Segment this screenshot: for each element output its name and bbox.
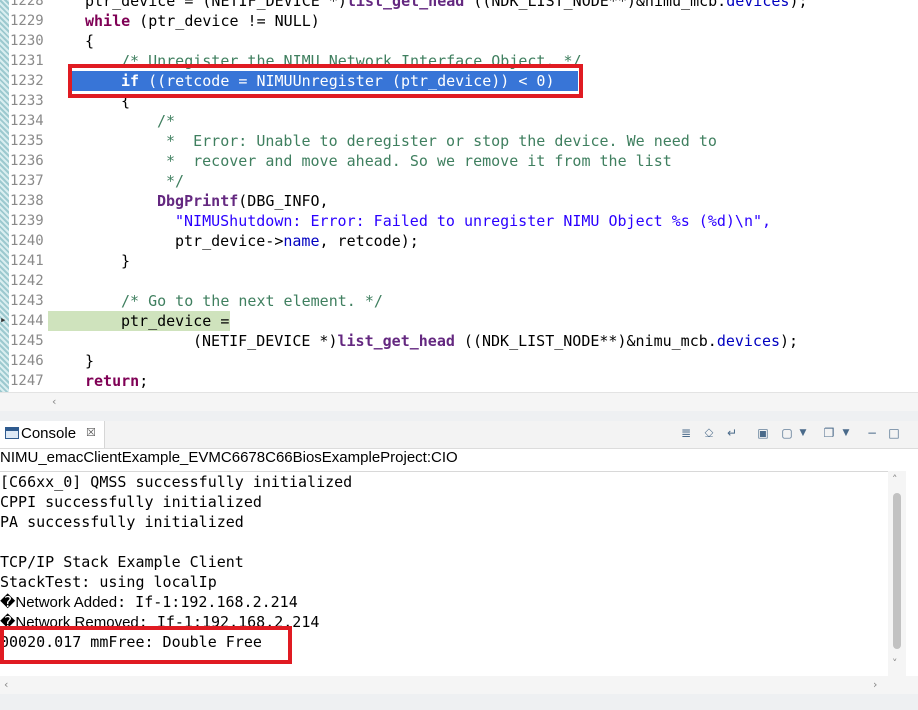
console-line: [C66xx_0] QMSS successfully initialized [0, 473, 353, 491]
new-console-icon[interactable]: ❐ [821, 424, 837, 442]
code-line-1230[interactable]: { [85, 31, 94, 51]
line-number: 1234 [10, 113, 44, 129]
line-number: 1240 [10, 233, 44, 249]
console-name: NIMU_emacClientExample_EVMC6678C66BiosEx… [0, 449, 458, 466]
code-line-1243[interactable]: /* Go to the next element. */ [121, 291, 383, 311]
code-line-1247[interactable]: return; [85, 371, 148, 391]
line-number: 1233 [10, 93, 44, 109]
code-line-1245[interactable]: (NETIF_DEVICE *)list_get_head ((NDK_LIST… [193, 331, 798, 351]
line-number: 1243 [10, 293, 44, 309]
tab-console[interactable]: Console ☒ [0, 421, 105, 448]
scroll-left-icon[interactable]: ‹ [52, 395, 56, 408]
line-number: 1228 [10, 0, 44, 9]
chevron-down-icon[interactable]: ▼ [797, 424, 809, 442]
console-line: CPPI successfully initialized [0, 493, 262, 511]
editor-horizontal-scrollbar[interactable]: ‹ [0, 392, 918, 411]
code-line-1237[interactable]: */ [157, 171, 184, 191]
line-number: 1238 [10, 193, 44, 209]
code-line-1244[interactable]: ptr_device = [121, 311, 229, 331]
display-console-icon[interactable]: ▢ [779, 424, 795, 442]
console-line: PA successfully initialized [0, 513, 244, 531]
chevron-down-icon[interactable]: ▼ [840, 424, 852, 442]
line-number: 1239 [10, 213, 44, 229]
line-number: 1247 [10, 373, 44, 389]
scroll-up-icon[interactable]: ˄ [892, 473, 898, 486]
close-icon[interactable]: ☒ [86, 426, 96, 439]
tab-console-label: Console [21, 425, 77, 442]
line-number: 1235 [10, 133, 44, 149]
code-line-1234[interactable]: /* [157, 111, 175, 131]
console-horizontal-scrollbar[interactable]: ‹ › [0, 676, 918, 694]
console-icon [5, 427, 19, 439]
word-wrap-icon[interactable]: ↵ [724, 424, 740, 442]
code-line-1239[interactable]: "NIMUShutdown: Error: Failed to unregist… [175, 211, 771, 231]
code-line-1241[interactable]: } [121, 251, 130, 271]
highlight-box-unregister-call [68, 64, 583, 98]
scroll-down-icon[interactable]: ˅ [892, 657, 898, 670]
line-number: 1246 [10, 353, 44, 369]
clear-console-icon[interactable]: ≣ [678, 424, 694, 442]
code-line-1238[interactable]: DbgPrintf(DBG_INFO, [157, 191, 329, 211]
line-number: 1237 [10, 173, 44, 189]
console-line: �Network Added: If-1:192.168.2.214 [0, 593, 298, 611]
line-number: 1231 [10, 53, 44, 69]
code-line-1235[interactable]: * Error: Unable to deregister or stop th… [157, 131, 717, 151]
pin-console-icon[interactable]: ▣ [755, 424, 771, 442]
scroll-right-icon[interactable]: › [873, 678, 877, 691]
line-number: 1242 [10, 273, 44, 289]
line-number: 1232 [10, 73, 44, 89]
console-scroll-thumb[interactable] [893, 493, 901, 649]
code-editor[interactable]: ▸ 1228 1229 1230 1231 1232 1233 1234 123… [0, 0, 918, 392]
line-number: 1241 [10, 253, 44, 269]
minimize-icon[interactable]: − [864, 424, 880, 442]
view-separator [0, 411, 918, 421]
scroll-left-icon[interactable]: ‹ [4, 678, 8, 691]
line-number: 1245 [10, 333, 44, 349]
status-strip [0, 694, 918, 710]
line-number: 1229 [10, 13, 44, 29]
scroll-lock-icon[interactable]: ⎐ [701, 424, 717, 442]
maximize-icon[interactable]: □ [886, 424, 902, 442]
code-line-1246[interactable]: } [85, 351, 94, 371]
highlight-box-double-free [0, 626, 292, 664]
editor-left-ruler [0, 0, 9, 392]
current-line-marker-icon: ▸ [0, 313, 7, 326]
console-line: StackTest: using localIp [0, 573, 217, 591]
line-number: 1236 [10, 153, 44, 169]
line-number: 1230 [10, 33, 44, 49]
code-line-1229[interactable]: while (ptr_device != NULL) [85, 11, 320, 31]
console-line: TCP/IP Stack Example Client [0, 553, 244, 571]
code-line-1240[interactable]: ptr_device->name, retcode); [175, 231, 419, 251]
code-line-1236[interactable]: * recover and move ahead. So we remove i… [157, 151, 672, 171]
console-view-header: Console ☒ ≣ ⎐ ↵ ▣ ▢ ▼ ❐ ▼ − □ [0, 421, 918, 449]
line-number: 1244 [10, 313, 44, 329]
code-line-1228[interactable]: ptr_device = (NETIF_DEVICE *)list_get_he… [85, 0, 808, 11]
